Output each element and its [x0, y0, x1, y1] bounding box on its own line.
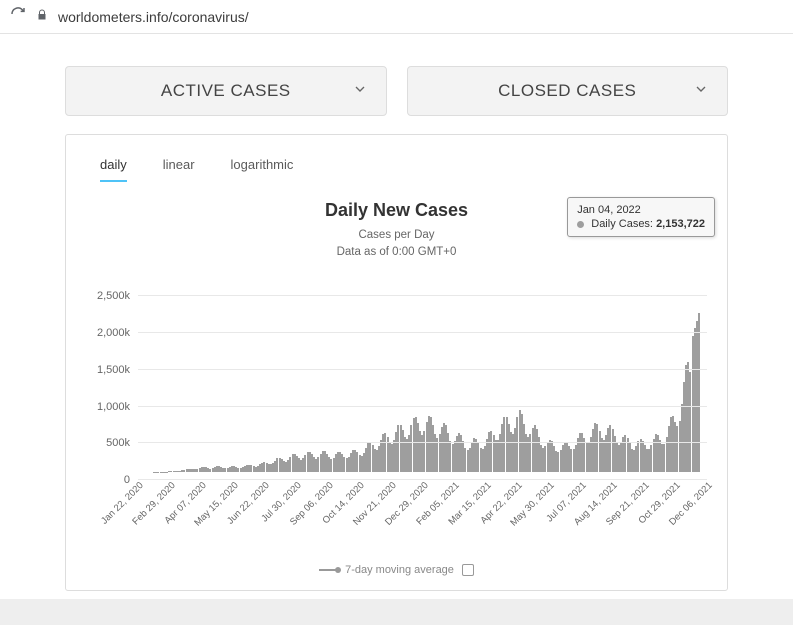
chart-panel: daily linear logarithmic Daily New Cases… — [65, 134, 728, 591]
y-tick-label: 500k — [78, 437, 130, 449]
chart-plot-area[interactable]: Jan 22, 2020Feb 29, 2020Apr 07, 2020May … — [78, 272, 715, 512]
footer-strip — [0, 599, 793, 625]
legend-line-icon — [319, 569, 337, 571]
gridline — [138, 369, 707, 370]
tab-logarithmic[interactable]: logarithmic — [231, 157, 294, 182]
chart-tooltip: Jan 04, 2022 Daily Cases: 2,153,722 — [567, 197, 715, 237]
chevron-down-icon — [693, 81, 709, 102]
closed-cases-toggle[interactable]: CLOSED CASES — [407, 66, 729, 116]
y-tick-label: 1,000k — [78, 401, 130, 413]
closed-cases-label: CLOSED CASES — [498, 81, 636, 101]
gridline — [138, 479, 707, 480]
tooltip-dot-icon — [577, 221, 584, 228]
case-toggle-row: ACTIVE CASES CLOSED CASES — [65, 66, 728, 116]
legend-checkbox[interactable] — [462, 564, 474, 576]
chart-legend: 7-day moving average — [78, 564, 715, 576]
address-bar: worldometers.info/coronavirus/ — [0, 0, 793, 34]
lock-icon — [36, 8, 48, 26]
chart-subtitle-line1: Cases per Day — [358, 229, 434, 241]
gridline — [138, 295, 707, 296]
url-text[interactable]: worldometers.info/coronavirus/ — [58, 9, 249, 25]
active-cases-toggle[interactable]: ACTIVE CASES — [65, 66, 387, 116]
refresh-icon[interactable] — [10, 6, 26, 27]
tooltip-date: Jan 04, 2022 — [577, 204, 705, 216]
y-tick-label: 1,500k — [78, 364, 130, 376]
chart-scale-tabs: daily linear logarithmic — [78, 157, 715, 182]
tooltip-value: 2,153,722 — [656, 218, 705, 230]
tab-daily[interactable]: daily — [100, 157, 127, 182]
chevron-down-icon — [352, 81, 368, 102]
tab-linear[interactable]: linear — [163, 157, 195, 182]
y-tick-label: 2,500k — [78, 290, 130, 302]
chart-subtitle-line2: Data as of 0:00 GMT+0 — [337, 246, 457, 258]
gridline — [138, 406, 707, 407]
bar — [698, 313, 700, 472]
gridline — [138, 442, 707, 443]
legend-ma-label: 7-day moving average — [345, 564, 454, 576]
gridline — [138, 332, 707, 333]
y-tick-label: 2,000k — [78, 327, 130, 339]
tooltip-series-label: Daily Cases: — [591, 218, 653, 230]
active-cases-label: ACTIVE CASES — [161, 81, 291, 101]
y-tick-label: 0 — [78, 474, 130, 486]
